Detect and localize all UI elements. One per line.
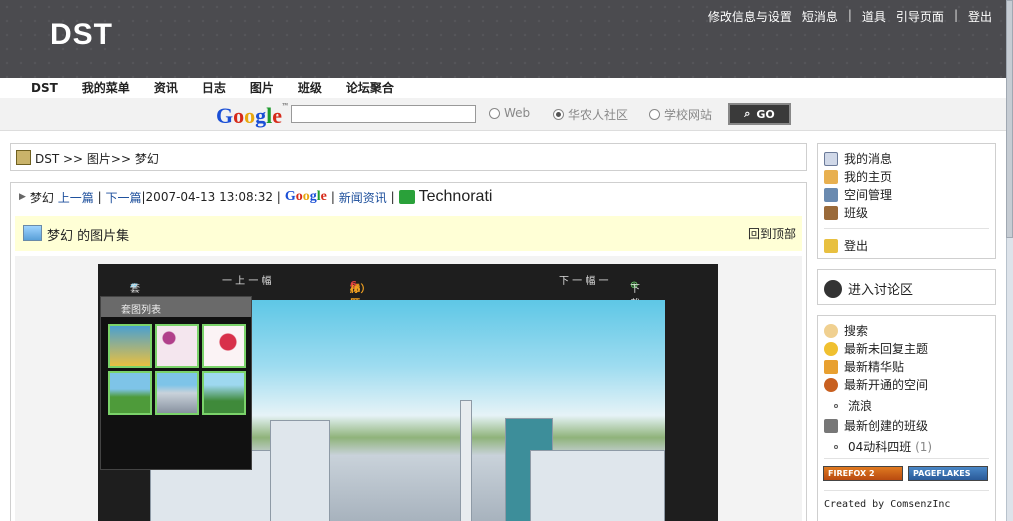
- go-button[interactable]: ⌕ GO: [728, 103, 791, 125]
- search-input[interactable]: [291, 105, 476, 123]
- medal-icon: [824, 359, 838, 374]
- thumbnail[interactable]: [108, 324, 152, 368]
- site-links-box: 搜索 最新未回复主题 最新精华贴 最新开通的空间 流浪 最新创建的班级 04动科…: [817, 315, 996, 521]
- guide-link[interactable]: 引导页面: [896, 8, 944, 25]
- nav-item-class[interactable]: 班级: [298, 78, 322, 98]
- radio-dot-checked[interactable]: [553, 109, 564, 120]
- photo-tower: [460, 400, 472, 521]
- divider: [824, 490, 989, 491]
- user-menu-box: 我的消息 我的主页 空间管理 班级 登出: [817, 143, 996, 259]
- envelope-icon: [824, 151, 838, 166]
- radio-dot[interactable]: [489, 107, 500, 119]
- technorati-icon: [398, 190, 415, 204]
- nav-item-photos[interactable]: 图片: [250, 78, 274, 98]
- sidebar-item-class[interactable]: 班级: [824, 204, 868, 221]
- breadcrumb: DST >> 图片>> 梦幻: [10, 143, 807, 171]
- forum-box: 进入讨论区: [817, 269, 996, 305]
- firefox-badge[interactable]: FIREFOX 2: [823, 466, 903, 481]
- next-post-link[interactable]: 下一篇: [105, 189, 141, 206]
- divider: [824, 228, 989, 229]
- sidebar-item-forum[interactable]: 进入讨论区: [824, 279, 913, 298]
- top-links: 修改信息与设置 短消息 | 道具 引导页面 | 登出: [698, 8, 992, 25]
- radio-dot[interactable]: [649, 109, 660, 120]
- sidebar-item-digest[interactable]: 最新精华贴: [824, 358, 904, 375]
- bullet-icon: [834, 444, 838, 449]
- thumbnail[interactable]: [202, 371, 246, 415]
- radio-school[interactable]: 学校网站: [649, 106, 712, 123]
- album-panel: 套图列表: [100, 296, 252, 470]
- sun-icon: [824, 341, 838, 356]
- sidebar-item-new-classes[interactable]: 最新创建的班级: [824, 417, 928, 434]
- thumbnail[interactable]: [155, 371, 199, 415]
- house-icon: [824, 169, 838, 184]
- shield-icon: [824, 187, 838, 202]
- box-icon: [824, 205, 838, 220]
- list-item[interactable]: 04动科四班 (1): [834, 438, 932, 455]
- image-viewer: ▰ 套图列表 一 上 一 幅 标题：梦幻 （图片6/6） 下 一 幅 一 ⊕ 下…: [98, 264, 718, 521]
- globe-icon: [824, 377, 838, 392]
- nav-item-dst[interactable]: DST: [31, 78, 58, 98]
- photo-building: [270, 420, 330, 521]
- scrollbar[interactable]: [1006, 0, 1013, 521]
- scrollbar-thumb[interactable]: [1006, 0, 1013, 238]
- nav-item-news[interactable]: 资讯: [154, 78, 178, 98]
- forum-icon: [824, 279, 842, 298]
- radio-web[interactable]: Web: [489, 106, 530, 120]
- magnifier-icon: [824, 323, 838, 338]
- map-icon: [16, 150, 31, 165]
- site-header: DST 修改信息与设置 短消息 | 道具 引导页面 | 登出: [0, 0, 1006, 78]
- album-thumbnails: [108, 324, 246, 415]
- post-meta: ▶ 梦幻 上一篇 | 下一篇 |2007-04-13 13:08:32 | Go…: [19, 188, 493, 206]
- book-icon: [824, 418, 838, 433]
- viewer-toolbar: ▰ 套图列表 一 上 一 幅 标题：梦幻 （图片6/6） 下 一 幅 一 ⊕ 下…: [98, 264, 718, 355]
- prev-image-button[interactable]: 一 上 一 幅: [222, 272, 272, 287]
- list-item[interactable]: 流浪: [834, 397, 872, 414]
- post-datetime: |2007-04-13 13:08:32 |: [141, 190, 281, 204]
- credit-text: Created by ComsenzInc: [824, 499, 951, 510]
- divider: [824, 458, 989, 459]
- nav-item-blog[interactable]: 日志: [202, 78, 226, 98]
- gallery-title: 梦幻 的图片集: [47, 229, 130, 244]
- radio-community[interactable]: 华农人社区: [553, 106, 628, 123]
- main-nav: DST 我的菜单 资讯 日志 图片 班级 论坛聚合: [0, 78, 1006, 98]
- sidebar-item-search[interactable]: 搜索: [824, 322, 868, 339]
- post-title: 梦幻: [29, 190, 54, 205]
- logout-link[interactable]: 登出: [968, 8, 992, 25]
- top-separator: |: [953, 8, 958, 22]
- technorati-link[interactable]: Technorati: [398, 188, 492, 206]
- sidebar-item-new-spaces[interactable]: 最新开通的空间: [824, 376, 928, 393]
- prev-post-link[interactable]: 上一篇: [58, 189, 94, 206]
- photo-building: [530, 450, 665, 521]
- main-content: ▶ 梦幻 上一篇 | 下一篇 |2007-04-13 13:08:32 | Go…: [10, 182, 807, 521]
- tools-link[interactable]: 道具: [862, 8, 886, 25]
- thumbnail[interactable]: [155, 324, 199, 368]
- messages-link[interactable]: 短消息: [802, 8, 838, 25]
- thumbnail[interactable]: [202, 324, 246, 368]
- sidebar-item-space-admin[interactable]: 空间管理: [824, 186, 892, 203]
- pageflakes-badge[interactable]: PAGEFLAKES: [908, 466, 988, 481]
- google-bookmark-link[interactable]: Google: [285, 189, 327, 205]
- key-icon: [824, 238, 838, 253]
- news-link[interactable]: 新闻资讯: [339, 189, 387, 206]
- picture-icon: [23, 225, 42, 241]
- sidebar-item-messages[interactable]: 我的消息: [824, 150, 892, 167]
- gallery-header: 梦幻 的图片集 回到顶部: [15, 216, 802, 251]
- google-logo: Google™: [216, 103, 289, 128]
- back-to-top-link[interactable]: 回到顶部: [748, 225, 796, 242]
- next-image-button[interactable]: 下 一 幅 一: [559, 272, 609, 287]
- magnifier-icon: ⌕: [744, 107, 751, 120]
- site-logo[interactable]: DST: [50, 18, 113, 52]
- arrow-icon: ▶: [19, 192, 26, 202]
- nav-item-my-menu[interactable]: 我的菜单: [82, 78, 130, 98]
- nav-item-forum[interactable]: 论坛聚合: [346, 78, 394, 98]
- top-separator: |: [847, 8, 852, 22]
- sidebar-item-unreplied[interactable]: 最新未回复主题: [824, 340, 928, 357]
- settings-link[interactable]: 修改信息与设置: [708, 8, 792, 25]
- sidebar-item-logout[interactable]: 登出: [824, 237, 868, 254]
- thumbnail[interactable]: [108, 371, 152, 415]
- bullet-icon: [834, 403, 838, 408]
- album-panel-title: 套图列表: [101, 297, 251, 317]
- sidebar-item-homepage[interactable]: 我的主页: [824, 168, 892, 185]
